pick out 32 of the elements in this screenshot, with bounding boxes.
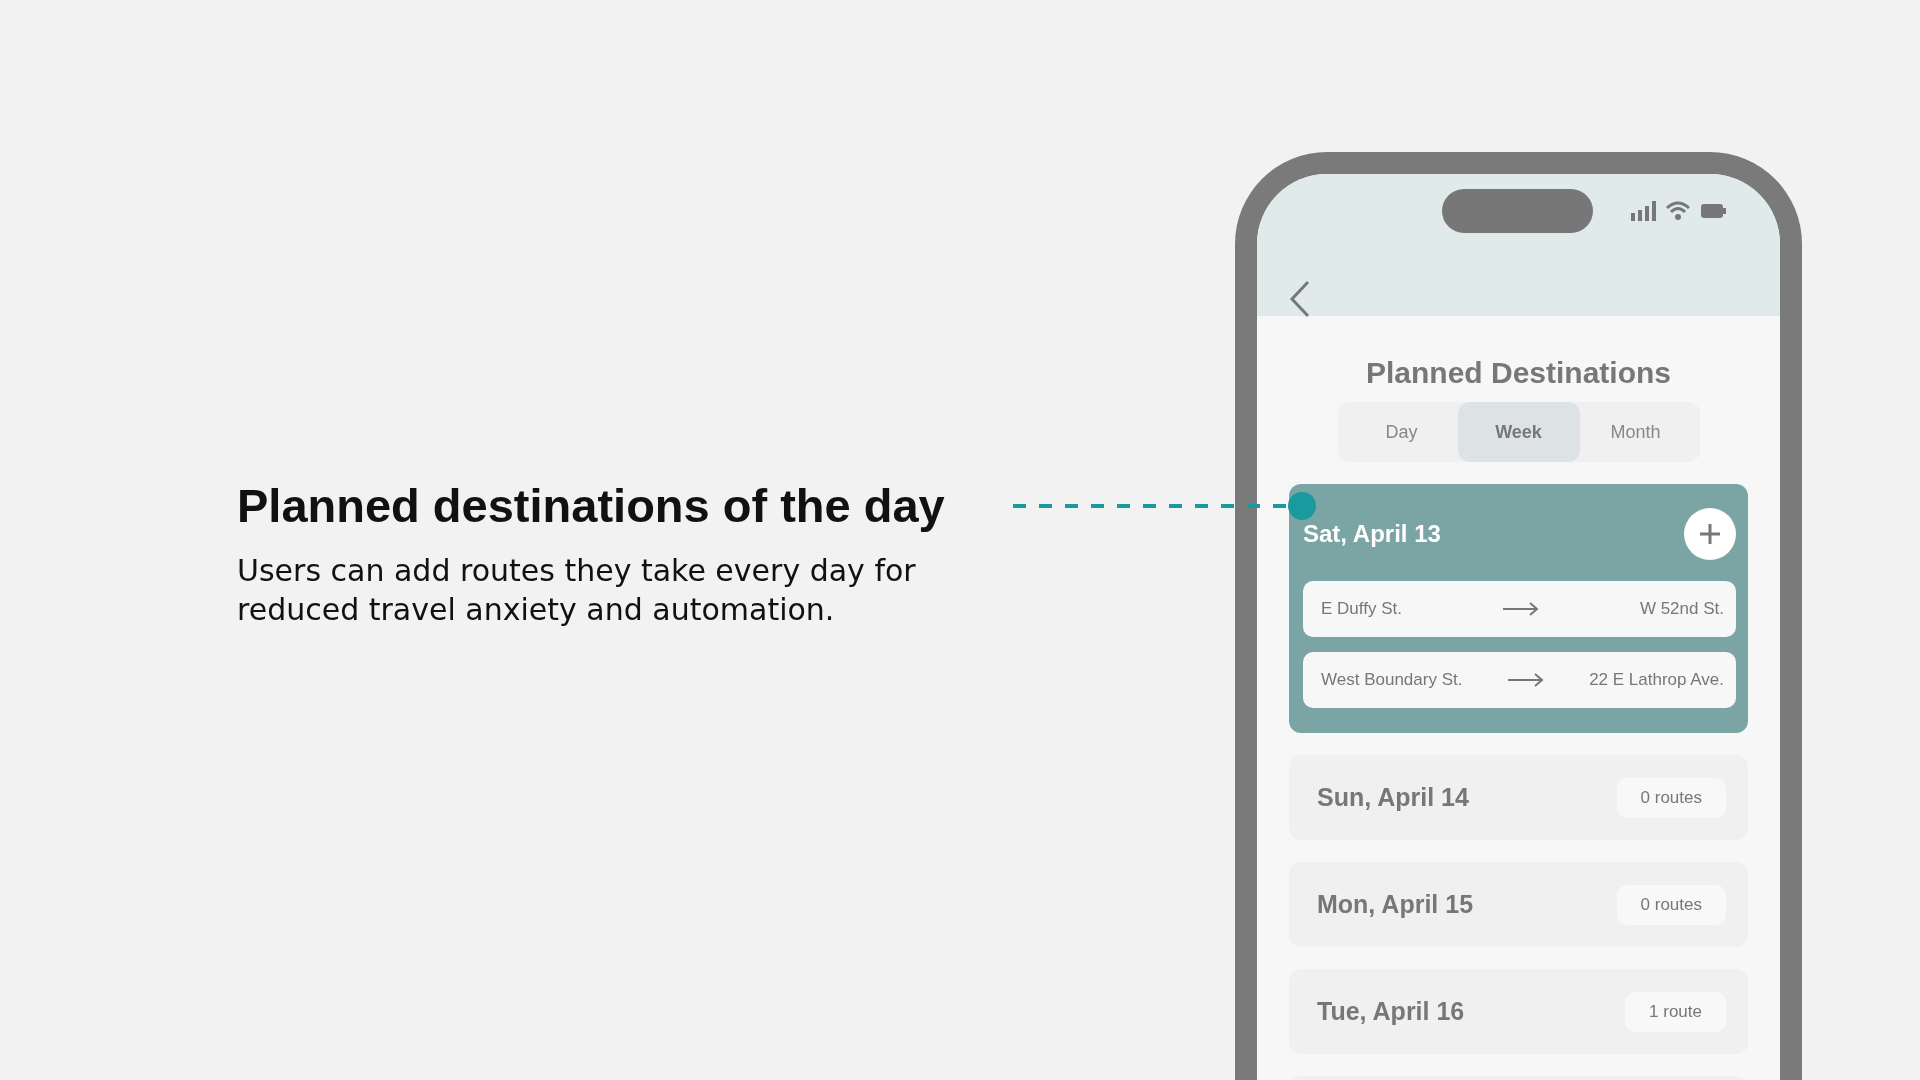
- route-count: 1 route: [1625, 991, 1726, 1032]
- arrow-icon: [1507, 673, 1544, 687]
- route-origin: West Boundary St.: [1321, 670, 1463, 690]
- back-icon[interactable]: [1289, 280, 1311, 318]
- route-destination: W 52nd St.: [1639, 599, 1724, 619]
- day-card[interactable]: Sat, April 13 E Duffy St. W 52nd St. West Boundary St. 22 E Lathrop Ave.: [1289, 484, 1748, 733]
- day-date: Sat, April 13: [1303, 520, 1441, 548]
- day-card[interactable]: Sun, April 14 0 routes: [1289, 755, 1748, 840]
- annotation-heading: Planned destinations of the day: [237, 478, 945, 533]
- route-destination: 22 E Lathrop Ave.: [1589, 670, 1724, 690]
- route-row[interactable]: West Boundary St. 22 E Lathrop Ave.: [1303, 652, 1736, 708]
- battery-icon: [1701, 204, 1727, 218]
- route-row[interactable]: E Duffy St. W 52nd St.: [1303, 581, 1736, 637]
- annotation-text: Users can add routes they take every day for reduced travel anxiety and automation.: [237, 552, 917, 629]
- add-button[interactable]: [1684, 508, 1736, 560]
- day-date: Tue, April 16: [1317, 997, 1465, 1026]
- signal-icon: [1631, 201, 1657, 221]
- screen-title: Planned Destinations: [1365, 356, 1672, 390]
- day-card[interactable]: Mon, April 15 0 routes: [1289, 862, 1748, 947]
- day-date: Mon, April 15: [1317, 890, 1474, 919]
- view-tab[interactable]: Week: [1457, 402, 1580, 462]
- route-origin: E Duffy St.: [1321, 599, 1402, 619]
- day-date: Sun, April 14: [1317, 783, 1469, 812]
- wifi-icon: [1665, 201, 1691, 221]
- view-tab[interactable]: Day: [1345, 402, 1458, 462]
- route-count: 0 routes: [1616, 884, 1726, 925]
- plus-icon: [1699, 523, 1721, 545]
- route-count: 0 routes: [1616, 777, 1726, 818]
- day-card[interactable]: Tue, April 16 1 route: [1289, 969, 1748, 1054]
- arrow-icon: [1502, 602, 1539, 616]
- view-tab[interactable]: Month: [1579, 402, 1692, 462]
- segmented-control[interactable]: Day Week Month: [1337, 402, 1700, 462]
